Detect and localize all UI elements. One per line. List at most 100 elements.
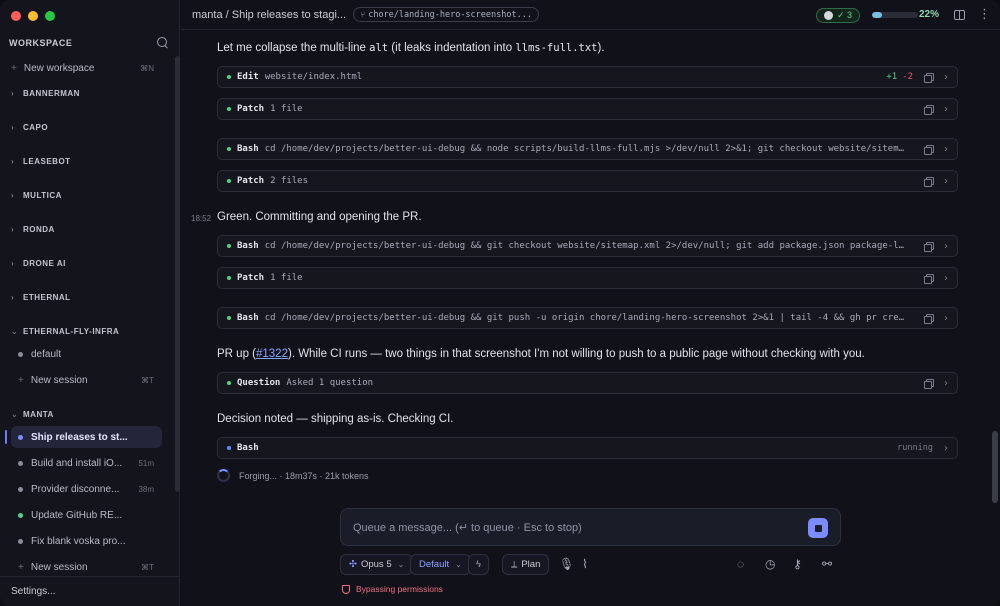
chevron-right-icon: › [11,224,15,234]
copy-icon[interactable] [924,144,934,155]
copy-icon[interactable] [924,176,934,187]
loading-icon[interactable]: ◌ [737,557,744,571]
session-item[interactable]: Update GitHub RE... [0,504,172,526]
group-capo[interactable]: › CAPO [0,116,172,138]
mode-select[interactable]: Default ⌄ [410,554,471,575]
tool-call-edit[interactable]: Edit website/index.html +1 -2 › [217,66,958,88]
context-percent: 22% [918,9,939,20]
search-icon[interactable] [157,37,169,49]
tool-name: Bash [237,313,259,323]
webhook-icon[interactable]: ⚯ [822,557,832,571]
session-item-active[interactable]: Ship releases to st... [5,426,162,448]
settings-label: Settings... [11,586,56,597]
group-bannerman[interactable]: › BANNERMAN [0,82,172,104]
session-item[interactable]: Build and install iO... 51m [0,452,172,474]
session-age: 38m [138,484,154,494]
copy-icon[interactable] [924,313,934,324]
conversation-scrollbar[interactable] [992,431,998,503]
chevron-right-icon[interactable]: › [944,144,948,155]
status-dot [227,276,231,280]
microphone-icon[interactable]: 🎙 [559,557,574,571]
minimize-window-button[interactable] [28,11,38,21]
tool-call-bash[interactable]: Bash cd /home/dev/projects/better-ui-deb… [217,235,958,257]
close-window-button[interactable] [11,11,21,21]
new-session-button[interactable]: + New session ⌘T [0,369,172,391]
group-label: MULTICA [23,190,62,200]
message-input[interactable]: Queue a message... (↵ to queue · Esc to … [340,508,841,546]
pr-link[interactable]: #1322 [256,348,288,360]
git-branch-icon: ⑂ [360,9,366,20]
session-label: Provider disconne... [31,483,120,495]
tool-call-bash-running[interactable]: Bash running › [217,437,958,459]
group-ethernal[interactable]: › ETHERNAL [0,286,172,308]
chevron-down-icon: ⌄ [11,326,19,336]
session-item[interactable]: Provider disconne... 38m [0,478,172,500]
chevron-right-icon[interactable]: › [944,273,948,284]
mode-label: Default [419,559,450,570]
group-ethernal-fly-infra[interactable]: ⌄ ETHERNAL-FLY-INFRA [0,320,172,342]
new-session-label: New session [30,374,88,386]
session-item[interactable]: Fix blank voska pro... [0,530,172,552]
plan-label: Plan [521,559,541,570]
model-select[interactable]: ✣ Opus 5 ⌄ [340,554,414,575]
group-manta[interactable]: ⌄ MANTA [0,403,172,425]
group-multica[interactable]: › MULTICA [0,184,172,206]
chevron-right-icon[interactable]: › [944,378,948,389]
history-icon[interactable]: ◷ [765,557,775,571]
branch-badge[interactable]: ⑂ chore/landing-hero-screenshot... [353,7,539,22]
new-session-button[interactable]: + New session ⌘T [0,556,172,578]
bypass-permissions-status[interactable]: Bypassing permissions [342,584,443,594]
chevron-right-icon[interactable]: › [944,72,948,83]
group-drone-ai[interactable]: › DRONE AI [0,252,172,274]
tool-call-patch[interactable]: Patch 2 files › [217,170,958,192]
new-workspace-button[interactable]: + New workspace ⌘N [0,57,172,79]
group-leasebot[interactable]: › LEASEBOT [0,150,172,172]
message-text: ). [597,42,605,54]
message-text: Green. Committing and opening the PR. [217,211,422,223]
tool-call-bash[interactable]: Bash cd /home/dev/projects/better-ui-deb… [217,138,958,160]
tool-call-bash[interactable]: Bash cd /home/dev/projects/better-ui-deb… [217,307,958,329]
zoom-window-button[interactable] [45,11,55,21]
chevron-right-icon[interactable]: › [944,443,948,454]
tool-call-patch[interactable]: Patch 1 file › [217,267,958,289]
assistant-message: Green. Committing and opening the PR. [217,211,422,223]
attach-icon[interactable]: ⌇ [582,557,588,571]
model-label: Opus 5 [360,559,392,570]
tool-call-patch[interactable]: Patch 1 file › [217,98,958,120]
group-ronda[interactable]: › RONDA [0,218,172,240]
chevron-right-icon[interactable]: › [944,241,948,252]
copy-icon[interactable] [924,378,934,389]
plan-button[interactable]: ⟂ Plan [502,554,550,575]
shortcut-hint: ⌘T [141,562,154,572]
fast-mode-button[interactable]: ϟ [468,554,490,575]
copy-icon[interactable] [924,273,934,284]
group-label: ETHERNAL-FLY-INFRA [23,326,120,336]
group-label: CAPO [23,122,49,132]
chevron-right-icon[interactable]: › [944,104,948,115]
more-icon[interactable]: ⋮ [978,6,991,22]
sparkle-icon: ✣ [349,559,357,570]
group-label: BANNERMAN [23,88,80,98]
session-item[interactable]: default [0,343,172,365]
session-label: Build and install iO... [31,457,123,469]
message-text: Decision noted — shipping as-is. Checkin… [217,413,454,425]
chevron-right-icon[interactable]: › [944,176,948,187]
copy-icon[interactable] [924,241,934,252]
key-icon[interactable]: ⚷ [793,557,802,571]
github-checks-badge[interactable]: ✓ 3 [815,8,860,23]
plan-icon: ⟂ [511,559,518,570]
copy-icon[interactable] [924,72,934,83]
copy-icon[interactable] [924,104,934,115]
settings-button[interactable]: Settings... [0,576,180,606]
github-icon [823,11,833,20]
window-controls [11,11,55,21]
sidebar-scrollbar[interactable] [175,56,180,492]
chevron-right-icon[interactable]: › [944,313,948,324]
group-label: LEASEBOT [23,156,71,166]
tool-call-question[interactable]: Question Asked 1 question › [217,372,958,394]
chevron-right-icon: › [11,156,15,166]
chevron-right-icon: › [11,292,15,302]
stop-button[interactable] [808,518,828,538]
toggle-panel-icon[interactable] [954,10,965,20]
assistant-message: Let me collapse the multi-line alt (it l… [217,42,605,54]
